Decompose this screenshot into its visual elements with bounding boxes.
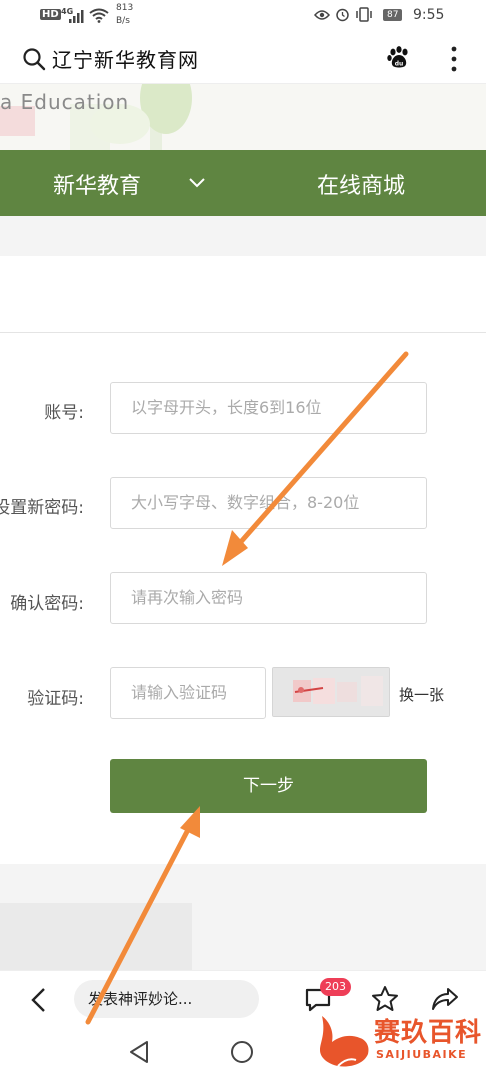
section-gap (0, 216, 486, 256)
comment-input[interactable]: 发表神评妙论... (74, 980, 259, 1018)
captcha-image[interactable] (272, 667, 390, 717)
watermark-text: 赛玖百科 (374, 1018, 483, 1048)
watermark-subtext: SAIJIUBAIKE (376, 1048, 468, 1061)
battery-level: 87 (383, 9, 403, 21)
browser-address-bar: 辽宁新华教育网 du (0, 34, 486, 84)
nav-item-shop[interactable]: 在线商城 (317, 168, 405, 200)
back-icon[interactable] (30, 987, 48, 1013)
chevron-down-icon[interactable] (188, 177, 206, 189)
nav-back-icon[interactable] (128, 1040, 150, 1064)
hd-badge: HD (40, 9, 61, 20)
arrow-to-confirm-password-head (222, 530, 248, 566)
eye-icon (314, 10, 330, 20)
site-banner: a Education (0, 84, 486, 150)
baidu-paw-icon[interactable]: du (386, 45, 412, 71)
divider (0, 332, 486, 333)
account-input[interactable]: 以字母开头，长度6到16位 (110, 382, 427, 434)
nav-item-xinhua[interactable]: 新华教育 (53, 168, 141, 200)
speed-value: 813 (116, 3, 134, 13)
signal-icon (69, 10, 84, 23)
banner-text: a Education (0, 90, 130, 114)
nav-home-icon[interactable] (230, 1040, 254, 1064)
next-step-button[interactable]: 下一步 (110, 759, 427, 813)
clock: 9:55 (413, 7, 445, 23)
watermark-logo: 赛玖百科 SAIJIUBAIKE (316, 1008, 486, 1080)
comment-count-badge: 203 (320, 978, 351, 996)
confirm-password-label: 确认密码: (10, 594, 84, 614)
site-title[interactable]: 辽宁新华教育网 (52, 44, 199, 73)
new-password-label: 设置新密码: (0, 498, 84, 518)
account-label: 账号: (44, 403, 84, 423)
confirm-password-input[interactable]: 请再次输入密码 (110, 572, 427, 624)
refresh-captcha-link[interactable]: 换一张 (399, 684, 444, 705)
captcha-noise (273, 668, 389, 716)
footer-block (0, 903, 192, 970)
more-vertical-icon[interactable] (448, 45, 460, 73)
search-icon[interactable] (22, 47, 46, 71)
alarm-icon (336, 8, 349, 22)
main-nav: 新华教育 在线商城 (0, 150, 486, 216)
svg-text:du: du (395, 61, 404, 68)
captcha-input[interactable]: 请输入验证码 (110, 667, 266, 719)
new-password-input[interactable]: 大小写字母、数字组合，8-20位 (110, 477, 427, 529)
watermark-whale-icon (320, 1016, 369, 1067)
status-bar: HD 4G 813 B/s 87 9:55 (0, 0, 486, 34)
vibrate-icon (356, 7, 372, 22)
wifi-icon (89, 8, 109, 23)
captcha-label: 验证码: (27, 689, 84, 709)
speed-unit: B/s (116, 16, 130, 26)
